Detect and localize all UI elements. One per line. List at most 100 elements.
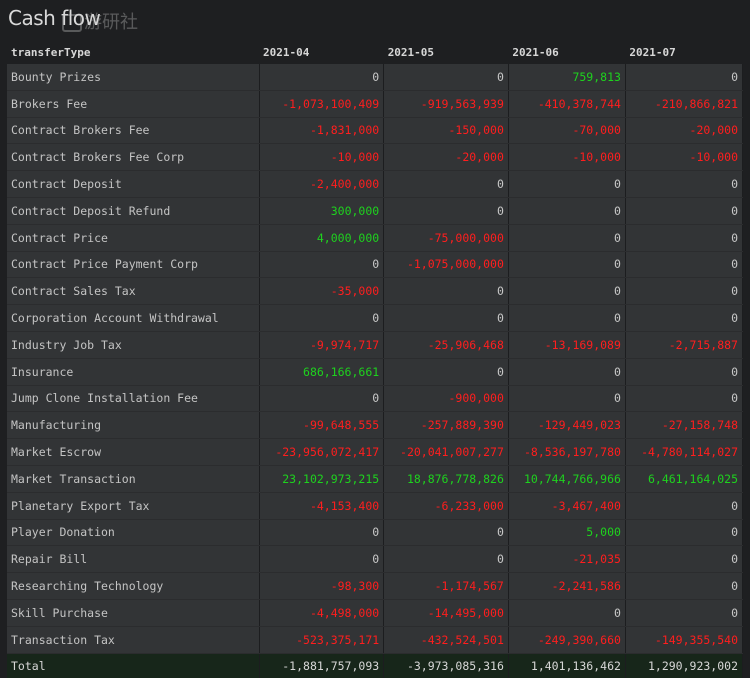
row-label: Market Escrow [7, 438, 260, 466]
table-row[interactable]: Market Transaction 23,102,973,215 18,876,7… [7, 465, 744, 493]
cell-value: -1,831,000 [259, 117, 385, 145]
total-value: 1,401,136,462 [508, 653, 626, 678]
cell-value: -2,241,586 [508, 572, 626, 600]
row-label: Researching Technology [7, 572, 260, 600]
table-row[interactable]: Planetary Export Tax -4,153,400 -6,233,000… [7, 492, 744, 520]
cell-value: 0 [508, 385, 626, 413]
table-row[interactable]: Contract Brokers Fee -1,831,000 -150,000 -7… [7, 117, 744, 145]
row-label: Contract Deposit Refund [7, 197, 260, 225]
cell-value: 0 [259, 251, 385, 279]
cell-value: -13,169,089 [508, 331, 626, 359]
cell-value: -98,300 [259, 572, 385, 600]
cell-value: -20,000 [625, 117, 744, 145]
table-row[interactable]: Bounty Prizes 0 0 759,813 0 [7, 64, 744, 91]
cell-value: 0 [625, 519, 744, 547]
cell-value: -210,866,821 [625, 90, 744, 118]
cell-value: -900,000 [383, 385, 509, 413]
row-label: Brokers Fee [7, 90, 260, 118]
table-row[interactable]: Contract Brokers Fee Corp -10,000 -20,000-… [7, 143, 744, 172]
cell-value: 0 [508, 251, 626, 279]
cell-value: 0 [383, 304, 509, 332]
cell-value: 0 [508, 277, 626, 306]
cell-value: 0 [625, 304, 744, 332]
table-row[interactable]: Repair Bill 0 0 -21,035 0 [7, 545, 744, 574]
cell-value: 0 [625, 197, 744, 225]
page-title: Cash flow [8, 6, 101, 30]
table-row[interactable]: Player Donation 0 0 5,000 0 [7, 519, 744, 547]
cell-value: -8,536,197,780 [508, 438, 626, 466]
row-label: Contract Deposit [7, 170, 260, 198]
cell-value: 0 [259, 545, 385, 574]
cell-value: -70,000 [508, 117, 626, 145]
cell-value: 0 [508, 197, 626, 225]
table-row[interactable]: Contract Sales Tax -35,000 0 0 0 [7, 277, 744, 306]
row-label: Contract Price [7, 224, 260, 252]
table-row[interactable]: Researching Technology -98,300 -1,174,567-… [7, 572, 744, 600]
column-header-transfer-type[interactable]: transferType [7, 40, 259, 64]
cell-value: -21,035 [508, 545, 626, 574]
cell-value: -523,375,171 [259, 626, 385, 654]
table-row[interactable]: Contract Deposit Refund 300,000 0 0 0 [7, 197, 744, 225]
total-value: -3,973,085,316 [383, 653, 509, 678]
cell-value: -35,000 [259, 277, 385, 306]
cell-value: 0 [625, 251, 744, 279]
cell-value: -75,000,000 [383, 224, 509, 252]
cell-value: 10,744,766,966 [508, 465, 626, 493]
cash-flow-table: transferType 2021-04 2021-05 2021-06 202… [7, 40, 744, 678]
table-row[interactable]: Insurance 686,166,661 0 0 0 [7, 358, 744, 386]
row-label: Contract Brokers Fee [7, 117, 260, 145]
cell-value: 0 [625, 170, 744, 198]
table-row[interactable]: Contract Price Payment Corp 0 -1,075,000,0… [7, 251, 744, 279]
cell-value: -27,158,748 [625, 411, 744, 440]
cell-value: -10,000 [259, 143, 385, 172]
row-label: Contract Brokers Fee Corp [7, 143, 260, 172]
cell-value: 0 [508, 599, 626, 627]
cell-value: 23,102,973,215 [259, 465, 385, 493]
cell-value: 0 [625, 224, 744, 252]
cell-value: 0 [625, 358, 744, 386]
cell-value: -23,956,072,417 [259, 438, 385, 466]
table-row[interactable]: Contract Deposit -2,400,000 0 0 0 [7, 170, 744, 198]
cell-value: -10,000 [625, 143, 744, 172]
table-row[interactable]: Jump Clone Installation Fee 0 -900,000 0 0 [7, 385, 744, 413]
table-row[interactable]: Industry Job Tax -9,974,717 -25,906,468 -13… [7, 331, 744, 359]
cell-value: 759,813 [508, 64, 626, 91]
table-row[interactable]: Contract Price 4,000,000 -75,000,000 0 0 [7, 224, 744, 252]
cell-value: -257,889,390 [383, 411, 509, 440]
cell-value: 0 [508, 358, 626, 386]
cell-value: -4,780,114,027 [625, 438, 744, 466]
cell-value: 5,000 [508, 519, 626, 547]
cell-value: -25,906,468 [383, 331, 509, 359]
cell-value: 6,461,164,025 [625, 465, 744, 493]
cell-value: -4,498,000 [259, 599, 385, 627]
cell-value: 0 [625, 545, 744, 574]
cell-value: 0 [625, 572, 744, 600]
cell-value: 0 [383, 545, 509, 574]
table-row[interactable]: Skill Purchase -4,498,000 -14,495,000 0 0 [7, 599, 744, 627]
cell-value: 0 [625, 385, 744, 413]
column-header-2021-05[interactable]: 2021-05 [383, 40, 509, 64]
cell-value: -14,495,000 [383, 599, 509, 627]
row-label: Corporation Account Withdrawal [7, 304, 260, 332]
table-row[interactable]: Corporation Account Withdrawal 0 0 0 0 [7, 304, 744, 332]
row-label: Industry Job Tax [7, 331, 260, 359]
column-header-2021-06[interactable]: 2021-06 [508, 40, 626, 64]
table-header-row: transferType 2021-04 2021-05 2021-06 202… [7, 40, 743, 64]
cell-value: 0 [383, 197, 509, 225]
cell-value: -2,400,000 [259, 170, 385, 198]
total-label: Total [7, 653, 260, 678]
table-row[interactable]: Market Escrow -23,956,072,417 -20,041,007,… [7, 438, 744, 466]
row-label: Skill Purchase [7, 599, 260, 627]
table-row[interactable]: Transaction Tax -523,375,171 -432,524,501-… [7, 626, 744, 654]
cell-value: 0 [259, 64, 385, 91]
column-header-2021-04[interactable]: 2021-04 [259, 40, 384, 64]
cell-value: -249,390,660 [508, 626, 626, 654]
row-label: Jump Clone Installation Fee [7, 385, 260, 413]
table-row[interactable]: Brokers Fee -1,073,100,409 -919,563,939 -41… [7, 90, 744, 118]
cell-value: -10,000 [508, 143, 626, 172]
cell-value: 0 [259, 304, 385, 332]
column-header-2021-07[interactable]: 2021-07 [625, 40, 743, 64]
table-row[interactable]: Manufacturing -99,648,555 -257,889,390 -129… [7, 411, 744, 440]
cell-value: 4,000,000 [259, 224, 385, 252]
total-value: 1,290,923,002 [625, 653, 744, 678]
